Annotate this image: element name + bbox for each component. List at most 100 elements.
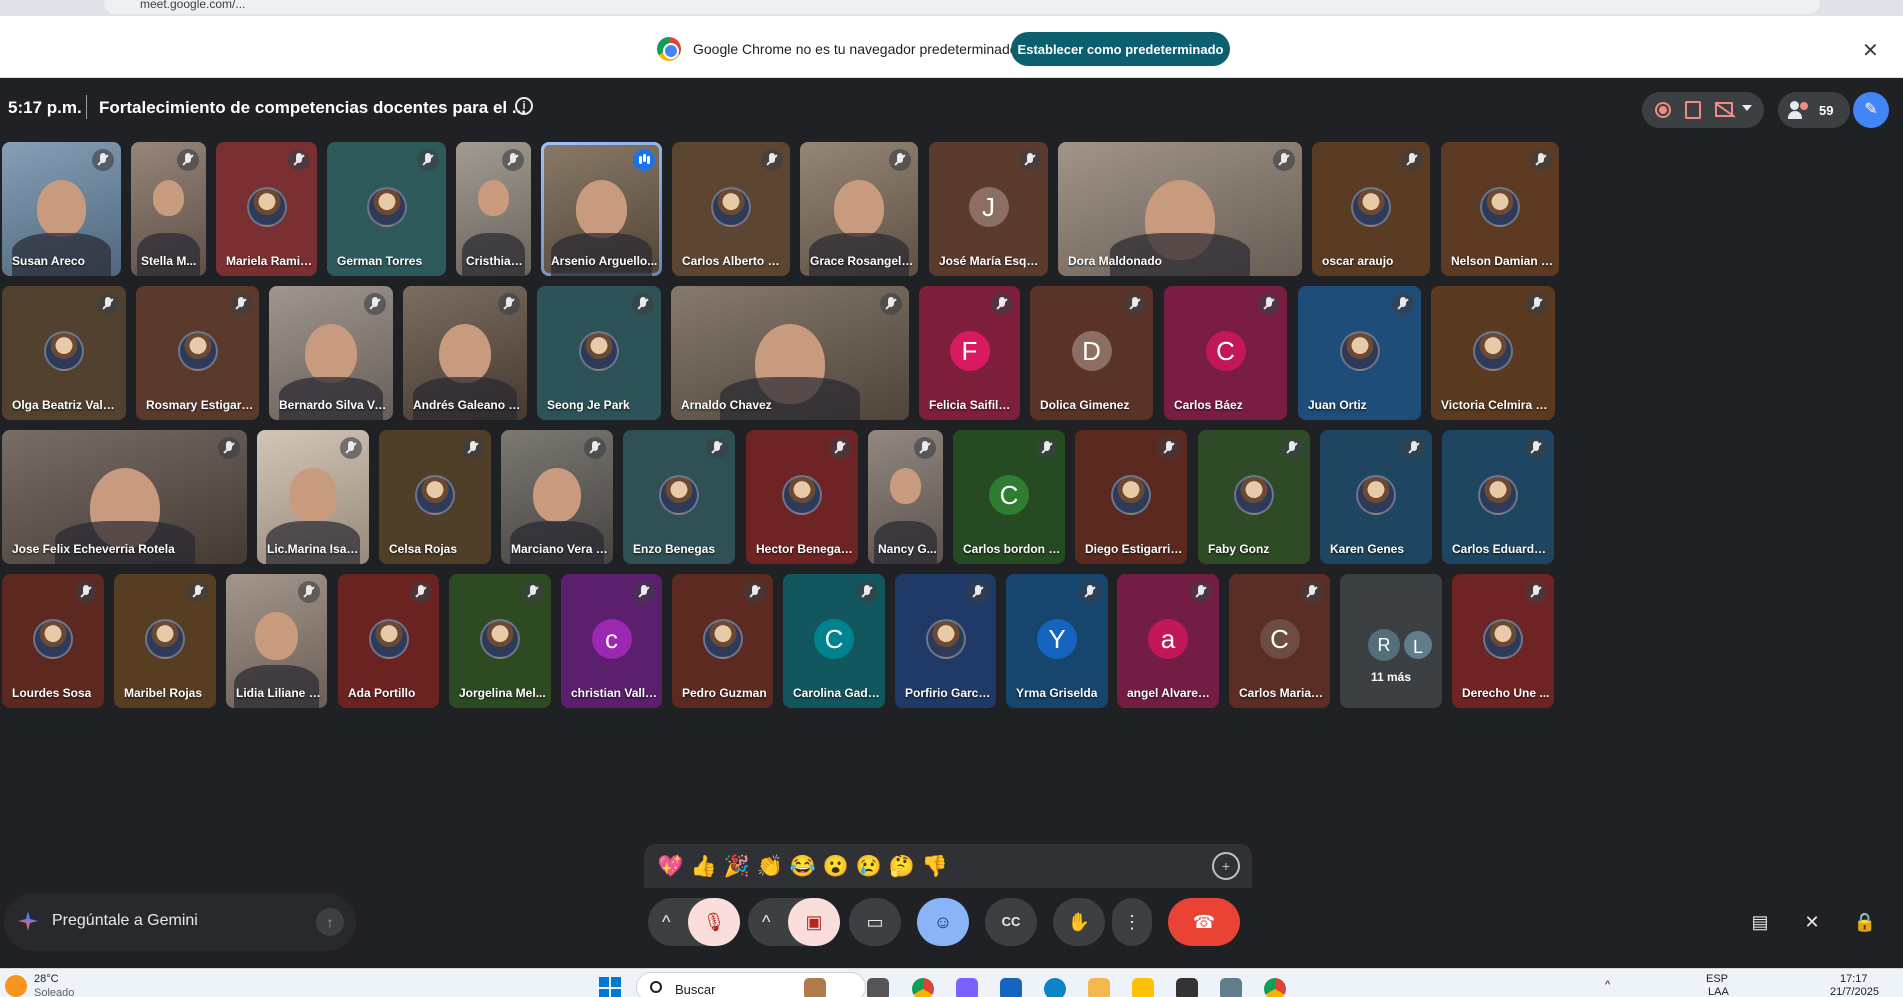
participant-tile[interactable]: D Dolica Gimenez — [1030, 286, 1153, 420]
participant-tile[interactable]: C Carlos bordon p... — [953, 430, 1065, 564]
participant-tile[interactable]: Victoria Celmira Gi... — [1431, 286, 1555, 420]
notes-icon[interactable] — [1685, 101, 1701, 119]
recording-indicators[interactable] — [1642, 92, 1764, 128]
mic-off-button[interactable]: 🎙 — [688, 898, 740, 946]
participant-tile[interactable]: Olga Beatriz Valdez — [2, 286, 126, 420]
participant-tile[interactable]: R L 11 más — [1340, 574, 1442, 708]
participant-tile[interactable]: Maribel Rojas — [114, 574, 216, 708]
participant-tile[interactable]: c christian Vallej... — [561, 574, 662, 708]
participant-tile[interactable]: Jorgelina Mel... — [449, 574, 551, 708]
camera-off-button[interactable]: ▣ — [788, 898, 840, 946]
edge-icon[interactable] — [1044, 978, 1066, 997]
reaction-emoji[interactable]: 😢 — [854, 852, 884, 882]
participant-tile[interactable]: Juan Ortiz — [1298, 286, 1421, 420]
participant-tile[interactable]: C Carlos Báez — [1164, 286, 1287, 420]
weather-temp[interactable]: 28°C — [34, 973, 59, 985]
info-icon[interactable]: i — [515, 97, 533, 115]
participant-tile[interactable]: Carlos Eduardo ... — [1442, 430, 1554, 564]
participant-tile[interactable]: Lourdes Sosa — [2, 574, 104, 708]
send-icon[interactable]: ↑ — [316, 908, 344, 936]
chrome-icon[interactable] — [912, 978, 934, 997]
participant-tile[interactable]: a angel Alvarenga — [1117, 574, 1219, 708]
reaction-emoji[interactable]: 😮 — [821, 852, 851, 882]
participant-tile[interactable]: Celsa Rojas — [379, 430, 491, 564]
participant-tile[interactable]: Grace Rosangela ... — [800, 142, 918, 276]
activities-button[interactable]: ✕ — [1792, 898, 1832, 946]
captions-button[interactable]: CC — [985, 898, 1037, 946]
participant-tile[interactable]: Bernardo Silva Vera — [269, 286, 393, 420]
participant-tile[interactable]: Jose Felix Echeverria Rotela — [2, 430, 247, 564]
tray-language[interactable]: ESP — [1706, 973, 1728, 985]
leave-call-button[interactable]: ☎ — [1168, 898, 1240, 946]
windows-start-icon[interactable] — [599, 977, 621, 997]
participant-tile[interactable]: C Carolina Gadea — [783, 574, 885, 708]
snip-icon[interactable] — [1088, 978, 1110, 997]
participant-tile[interactable]: Faby Gonz — [1198, 430, 1310, 564]
participant-tile[interactable]: Arnaldo Chavez — [671, 286, 909, 420]
participant-tile[interactable]: Carlos Alberto Par... — [672, 142, 790, 276]
participant-tile[interactable]: Enzo Benegas — [623, 430, 735, 564]
taskbar-app-icon[interactable] — [804, 978, 826, 997]
participant-tile[interactable]: Seong Je Park — [537, 286, 661, 420]
participant-tile[interactable]: Diego Estigarribia — [1075, 430, 1187, 564]
address-bar[interactable] — [104, 0, 1820, 14]
gemini-placeholder[interactable]: Pregúntale a Gemini — [52, 912, 198, 930]
participant-tile[interactable]: Nelson Damian C... — [1441, 142, 1559, 276]
store-icon[interactable] — [1000, 978, 1022, 997]
reaction-emoji[interactable]: 👍 — [689, 852, 719, 882]
participant-tile[interactable]: Mariela Ramirez — [216, 142, 317, 276]
participant-tile[interactable]: German Torres — [327, 142, 446, 276]
set-default-button[interactable]: Establecer como predeterminado — [1011, 32, 1230, 66]
participant-tile[interactable]: Cristhian... — [456, 142, 531, 276]
emoji-button[interactable]: ☺ — [917, 898, 969, 946]
taskview-icon[interactable] — [867, 978, 889, 997]
participant-tile[interactable]: Pedro Guzman — [672, 574, 773, 708]
participant-tile[interactable]: Arsenio Arguello... — [541, 142, 662, 276]
host-controls-button[interactable]: ✎ — [1853, 92, 1889, 128]
participant-tile[interactable]: Nancy G... — [868, 430, 943, 564]
tray-date[interactable]: 21/7/2025 — [1830, 986, 1879, 997]
folder-icon[interactable] — [1132, 978, 1154, 997]
app-icon[interactable] — [1176, 978, 1198, 997]
reaction-emoji[interactable]: 💖 — [656, 852, 686, 882]
raise-hand-button[interactable]: ✋ — [1053, 898, 1105, 946]
chrome-icon[interactable] — [1264, 978, 1286, 997]
participant-tile[interactable]: Lidia Liliane C... — [226, 574, 327, 708]
taskbar-search[interactable]: Buscar — [636, 972, 866, 997]
participant-tile[interactable]: Dora Maldonado — [1058, 142, 1302, 276]
present-button[interactable]: ▭ — [849, 898, 901, 946]
participant-tile[interactable]: C Carlos Maria V... — [1229, 574, 1330, 708]
chat-button[interactable]: ▤ — [1740, 898, 1780, 946]
participant-tile[interactable]: Derecho Une ... — [1452, 574, 1554, 708]
weather-icon[interactable] — [5, 975, 27, 997]
participant-tile[interactable]: F Felicia Saifildin — [919, 286, 1020, 420]
participant-tile[interactable]: Rosmary Estigarribia — [136, 286, 259, 420]
reaction-emoji[interactable]: 🎉 — [722, 852, 752, 882]
tray-layout[interactable]: LAA — [1708, 986, 1729, 997]
add-reaction-icon[interactable]: + — [1212, 852, 1240, 880]
participant-tile[interactable]: Andrés Galeano G... — [403, 286, 527, 420]
participant-tile[interactable]: Marciano Vera Vi... — [501, 430, 613, 564]
participant-tile[interactable]: Hector Benegas ... — [746, 430, 858, 564]
chevron-up-icon[interactable]: ^ — [762, 898, 770, 946]
chevron-up-icon[interactable]: ^ — [662, 898, 670, 946]
reaction-emoji[interactable]: 👏 — [755, 852, 785, 882]
reaction-emoji[interactable]: 👎 — [920, 852, 950, 882]
participant-tile[interactable]: Lic.Marina Isabel... — [257, 430, 369, 564]
no-present-icon[interactable] — [1715, 102, 1733, 117]
tray-chevron-icon[interactable]: ^ — [1605, 979, 1610, 991]
reaction-emoji[interactable]: 😂 — [788, 852, 818, 882]
gemini-prompt[interactable]: Pregúntale a Gemini ↑ — [4, 893, 356, 951]
participant-tile[interactable]: Ada Portillo — [338, 574, 439, 708]
people-button[interactable]: 59 — [1778, 92, 1850, 128]
host-lock-button[interactable]: 🔒 — [1845, 898, 1885, 946]
participant-tile[interactable]: oscar araujo — [1312, 142, 1430, 276]
address-url[interactable]: meet.google.com/... — [140, 0, 245, 11]
calculator-icon[interactable] — [1220, 978, 1242, 997]
taskbar-search-text[interactable]: Buscar — [675, 982, 715, 997]
participant-tile[interactable]: Y Yrma Griselda — [1006, 574, 1108, 708]
close-icon[interactable]: ✕ — [1862, 38, 1879, 63]
copilot-icon[interactable] — [956, 978, 978, 997]
reaction-emoji[interactable]: 🤔 — [887, 852, 917, 882]
participant-tile[interactable]: Karen Genes — [1320, 430, 1432, 564]
